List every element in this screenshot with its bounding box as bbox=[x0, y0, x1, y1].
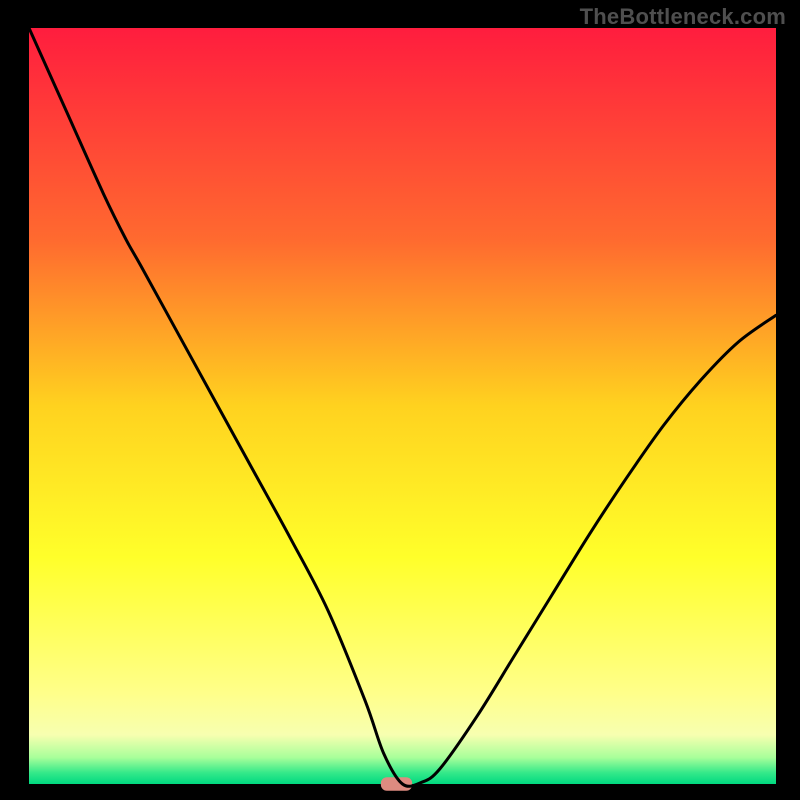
bottleneck-chart bbox=[0, 0, 800, 800]
watermark-text: TheBottleneck.com bbox=[580, 4, 786, 30]
chart-background bbox=[29, 28, 776, 784]
chart-frame: { "watermark": "TheBottleneck.com", "cha… bbox=[0, 0, 800, 800]
